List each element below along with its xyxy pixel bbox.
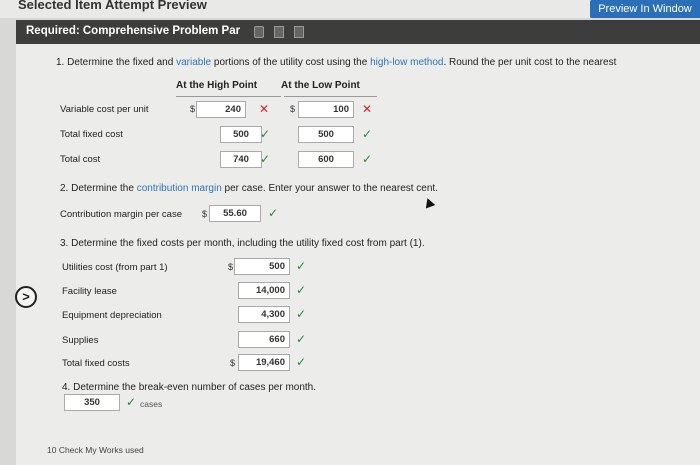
check-icon: ✓ [362,152,373,166]
col-high-header: At the High Point [176,80,258,91]
check-icon: ✓ [296,332,307,346]
equipment-depreciation-input[interactable]: 4,300 [238,306,290,323]
divider [176,96,281,97]
facility-lease-label: Facility lease [62,286,117,297]
equipment-depreciation-label: Equipment depreciation [62,310,162,321]
total-fixed-cost-label: Total fixed cost [60,129,123,140]
cases-unit-label: cases [140,399,163,409]
q2-instructions: 2. Determine the contribution margin per… [60,183,438,194]
document-icon[interactable] [274,26,284,38]
divider [284,96,377,97]
check-icon: ✓ [296,283,307,297]
check-icon: ✓ [362,127,373,141]
dollar-sign: $ [190,104,196,114]
required-label: Required: Comprehensive Problem Par [26,25,241,37]
facility-lease-input[interactable]: 14,000 [238,282,290,299]
check-icon: ✓ [296,259,307,273]
audio-icon[interactable] [254,26,264,38]
variable-cost-label: Variable cost per unit [60,104,149,115]
dollar-sign: $ [228,262,234,272]
utilities-cost-input[interactable]: 500 [234,258,290,275]
dollar-sign: $ [290,104,296,114]
preview-in-window-button[interactable]: Preview In Window [590,0,700,18]
total-cost-high-input[interactable]: 740 [220,151,262,168]
q4-instructions: 4. Determine the break-even number of ca… [62,382,317,393]
supplies-label: Supplies [62,335,99,346]
check-icon: ✓ [260,127,271,141]
dollar-sign: $ [230,358,236,368]
check-my-works-counter: 10 Check My Works used [47,445,144,455]
total-cost-low-input[interactable]: 600 [298,151,354,168]
total-fixed-costs-label: Total fixed costs [62,358,130,369]
check-icon: ✓ [268,206,279,220]
incorrect-icon: ✕ [362,102,373,116]
next-arrow-button[interactable]: > [15,286,37,308]
col-low-header: At the Low Point [281,80,360,91]
check-icon: ✓ [260,152,271,166]
break-even-cases-input[interactable]: 350 [64,394,120,411]
problem-panel: 1. Determine the fixed and variable port… [16,44,700,465]
contribution-margin-label: Contribution margin per case [60,209,182,220]
incorrect-icon: ✕ [259,102,270,116]
contribution-margin-input[interactable]: 55.60 [209,205,261,222]
fixed-cost-low-input[interactable]: 500 [298,126,354,143]
notes-icon[interactable] [294,26,304,38]
utilities-cost-label: Utilities cost (from part 1) [62,262,168,273]
variable-cost-low-input[interactable]: 100 [298,101,354,118]
q3-instructions: 3. Determine the fixed costs per month, … [60,238,425,249]
supplies-input[interactable]: 660 [238,331,290,348]
dollar-sign: $ [202,209,208,219]
window-title: Selected Item Attempt Preview [18,0,207,12]
check-icon: ✓ [126,395,137,409]
check-icon: ✓ [296,307,307,321]
total-cost-label: Total cost [60,154,101,165]
q1-instructions: 1. Determine the fixed and variable port… [56,57,617,68]
requirement-header: Required: Comprehensive Problem Par [16,20,700,44]
variable-cost-high-input[interactable]: 240 [196,101,246,118]
total-fixed-costs-input[interactable]: 19,460 [238,354,290,371]
check-icon: ✓ [296,355,307,369]
window-titlebar: Selected Item Attempt Preview Preview In… [0,0,700,18]
fixed-cost-high-input[interactable]: 500 [220,126,262,143]
